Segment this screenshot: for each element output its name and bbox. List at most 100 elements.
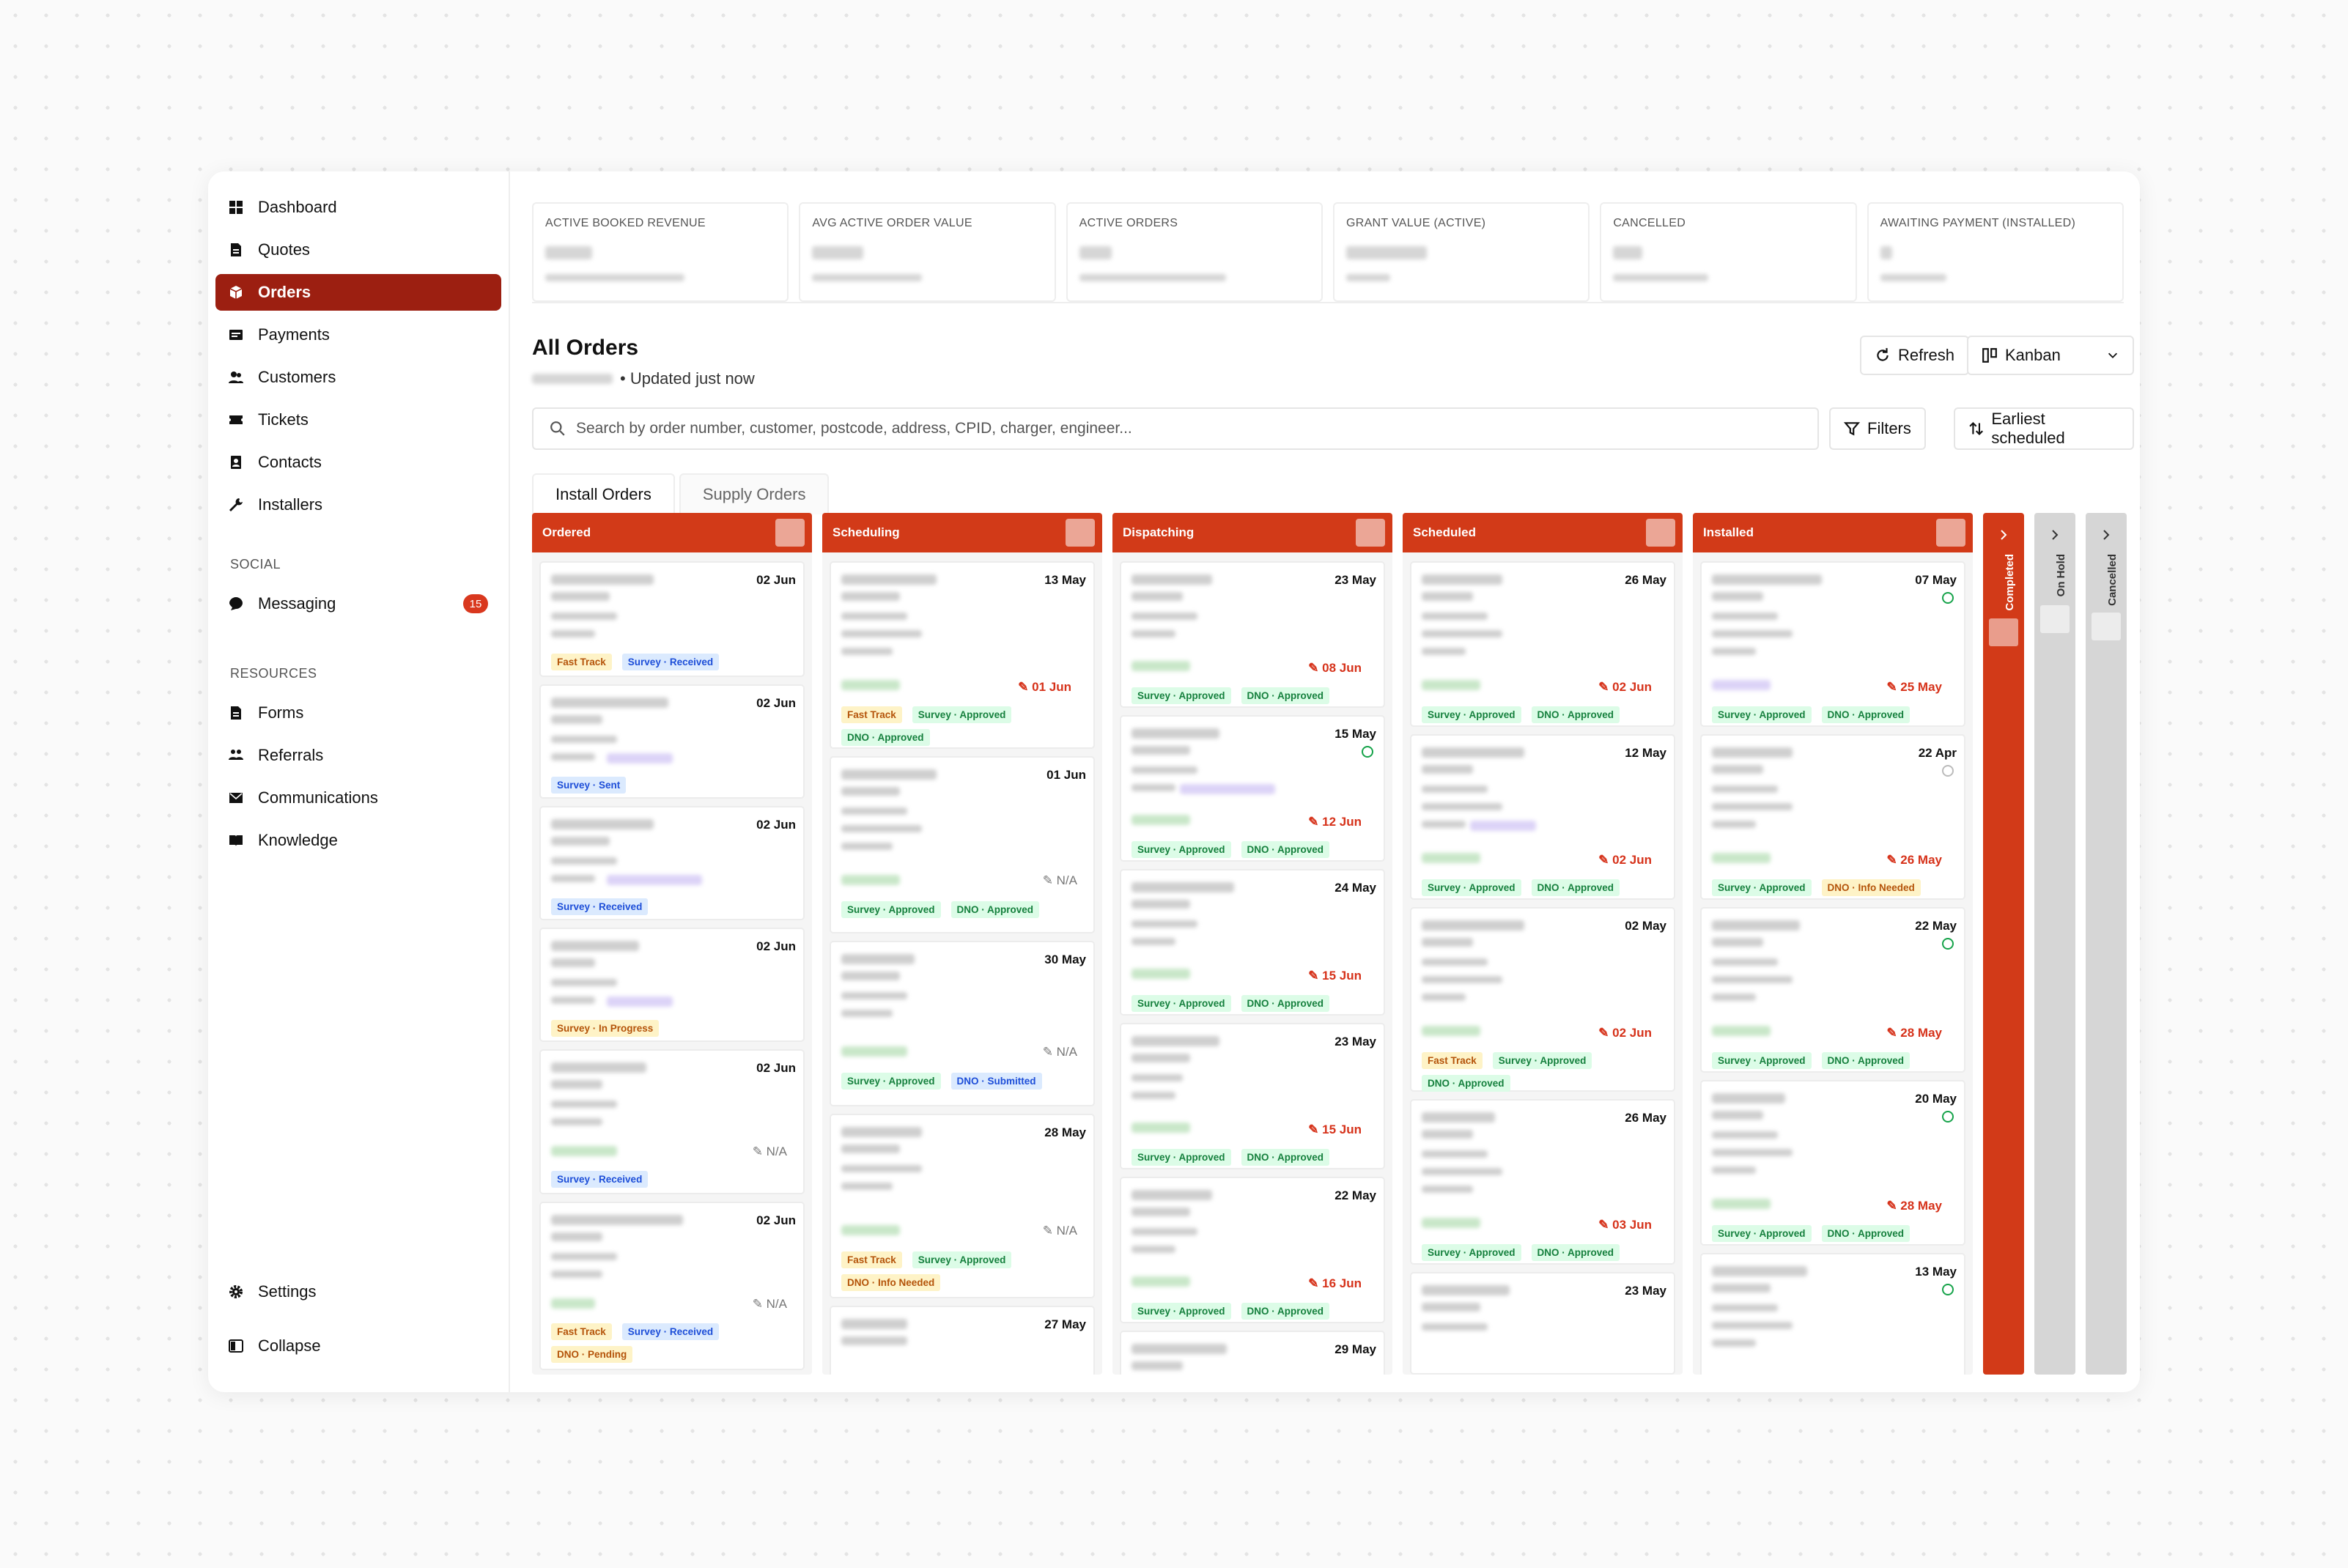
tag: Fast Track bbox=[551, 654, 612, 670]
social-heading: SOCIAL bbox=[230, 557, 281, 572]
sidebar-item-referrals[interactable]: Referrals bbox=[215, 737, 501, 774]
order-card[interactable]: 27 May bbox=[830, 1306, 1095, 1375]
sidebar-item-quotes[interactable]: Quotes bbox=[215, 232, 501, 268]
sidebar-item-knowledge[interactable]: Knowledge bbox=[215, 822, 501, 859]
refresh-button[interactable]: Refresh bbox=[1860, 336, 1970, 375]
order-card[interactable]: 12 May ✎ 02 Jun Survey · Approved DNO · A… bbox=[1410, 734, 1675, 900]
sidebar-item-dashboard[interactable]: Dashboard bbox=[215, 189, 501, 226]
order-card[interactable]: 02 May ✎ 02 Jun Fast Track Survey · Appro… bbox=[1410, 907, 1675, 1092]
tag: DNO · Approved bbox=[1821, 706, 1910, 723]
stat-label: AVG ACTIVE ORDER VALUE bbox=[812, 217, 972, 229]
tab-supply-orders[interactable]: Supply Orders bbox=[679, 473, 830, 514]
install-eta: ✎ 15 Jun bbox=[1308, 1123, 1362, 1136]
collapse-button[interactable]: Collapse bbox=[215, 1328, 501, 1364]
stat-card: ACTIVE ORDERS bbox=[1066, 202, 1323, 302]
contacts-icon bbox=[229, 455, 248, 470]
tag: DNO · Approved bbox=[1241, 995, 1330, 1012]
sidebar-item-label: Customers bbox=[258, 368, 336, 386]
sort-button[interactable]: Earliest scheduled bbox=[1954, 407, 2134, 450]
install-eta: ✎ 02 Jun bbox=[1598, 680, 1652, 694]
order-card[interactable]: 22 May ✎ 28 May Survey · Approved DNO · A… bbox=[1700, 907, 1965, 1073]
resources-heading: RESOURCES bbox=[230, 666, 317, 681]
tag: Fast Track bbox=[1422, 1052, 1483, 1069]
order-card[interactable]: 02 Jun ✎ N/A Survey · Received bbox=[539, 1049, 805, 1194]
order-date: 15 May bbox=[1334, 727, 1376, 741]
tag: DNO · Pending bbox=[551, 1346, 633, 1363]
order-card[interactable]: 22 May ✎ 16 Jun Survey · Approved DNO · A… bbox=[1120, 1177, 1385, 1323]
order-date: 26 May bbox=[1625, 1111, 1666, 1125]
sidebar-item-contacts[interactable]: Contacts bbox=[215, 444, 501, 481]
order-card[interactable]: 02 Jun Survey · In Progress bbox=[539, 928, 805, 1042]
order-card[interactable]: 13 May bbox=[1700, 1253, 1965, 1375]
chevron-right-icon bbox=[2052, 530, 2059, 540]
order-card[interactable]: 23 May ✎ 08 Jun Survey · Approved DNO · A… bbox=[1120, 561, 1385, 708]
tag: Survey · Approved bbox=[1712, 1052, 1812, 1069]
order-date: 26 May bbox=[1625, 573, 1666, 587]
sidebar-item-forms[interactable]: Forms bbox=[215, 695, 501, 731]
order-card[interactable]: 20 May ✎ 28 May Survey · Approved DNO · A… bbox=[1700, 1080, 1965, 1246]
sidebar-item-customers[interactable]: Customers bbox=[215, 359, 501, 396]
order-card[interactable]: 26 May ✎ 03 Jun Survey · Approved DNO · A… bbox=[1410, 1099, 1675, 1265]
order-date: 13 May bbox=[1915, 1265, 1957, 1279]
order-card[interactable]: 30 May ✎ N/A Survey · Approved DNO · Subm… bbox=[830, 941, 1095, 1106]
order-card[interactable]: 02 Jun Fast Track Survey · Received bbox=[539, 561, 805, 677]
sidebar-item-communications[interactable]: Communications bbox=[215, 780, 501, 816]
sidebar-item-messaging[interactable]: Messaging 15 bbox=[215, 585, 501, 622]
tag: Survey · Approved bbox=[1131, 841, 1231, 858]
column-completed[interactable]: Completed bbox=[1983, 513, 2024, 1375]
order-card[interactable]: 29 May bbox=[1120, 1331, 1385, 1375]
tag: Survey · Received bbox=[551, 1171, 649, 1188]
tab-install-orders[interactable]: Install Orders bbox=[532, 473, 675, 514]
order-card[interactable]: 02 Jun ✎ N/A Fast Track Survey · Received… bbox=[539, 1202, 805, 1370]
order-card[interactable]: 28 May ✎ N/A Fast Track Survey · Approved… bbox=[830, 1114, 1095, 1298]
order-card[interactable]: 22 Apr ✎ 26 May Survey · Approved DNO · I… bbox=[1700, 734, 1965, 900]
install-eta: ✎ 26 May bbox=[1886, 853, 1942, 867]
column-count bbox=[1356, 519, 1385, 547]
column-header[interactable]: Ordered bbox=[532, 513, 812, 552]
install-eta: ✎ 03 Jun bbox=[1598, 1218, 1652, 1232]
tag: Survey · Received bbox=[621, 1323, 720, 1340]
order-date: 01 Jun bbox=[1046, 768, 1086, 782]
sidebar-item-tickets[interactable]: Tickets bbox=[215, 402, 501, 438]
na-label: ✎ N/A bbox=[1042, 1045, 1077, 1059]
tag: Survey · Approved bbox=[1131, 995, 1231, 1012]
sidebar-item-label: Settings bbox=[258, 1282, 317, 1301]
order-card[interactable]: 07 May ✎ 25 May Survey · Approved DNO · A… bbox=[1700, 561, 1965, 727]
refresh-icon bbox=[1877, 348, 1889, 361]
document-icon bbox=[229, 243, 248, 257]
order-date: 02 Jun bbox=[756, 1061, 796, 1075]
column-header[interactable]: Installed bbox=[1693, 513, 1973, 552]
stat-label: CANCELLED bbox=[1613, 217, 1686, 229]
column-count bbox=[1936, 519, 1965, 547]
tag: Fast Track bbox=[551, 1323, 612, 1340]
sidebar-item-payments[interactable]: Payments bbox=[215, 317, 501, 353]
tag: Survey · Sent bbox=[551, 777, 627, 794]
column-on-hold[interactable]: On Hold bbox=[2034, 513, 2075, 1375]
order-card[interactable]: 02 Jun Survey · Received bbox=[539, 806, 805, 920]
order-card[interactable]: 26 May ✎ 02 Jun Survey · Approved DNO · A… bbox=[1410, 561, 1675, 727]
view-select[interactable]: Kanban bbox=[1967, 336, 2134, 375]
dashboard-icon bbox=[229, 200, 248, 215]
search-input[interactable]: Search by order number, customer, postco… bbox=[532, 407, 1819, 450]
sidebar-item-settings[interactable]: Settings bbox=[215, 1273, 501, 1310]
stat-label: AWAITING PAYMENT (INSTALLED) bbox=[1880, 217, 2076, 229]
order-card[interactable]: 23 May bbox=[1410, 1272, 1675, 1375]
sidebar-item-installers[interactable]: Installers bbox=[215, 487, 501, 523]
na-label: ✎ N/A bbox=[752, 1297, 787, 1311]
order-card[interactable]: 23 May ✎ 15 Jun Survey · Approved DNO · A… bbox=[1120, 1023, 1385, 1169]
order-card[interactable]: 13 May ✎ 01 Jun Fast Track Survey · Appro… bbox=[830, 561, 1095, 749]
order-card[interactable]: 02 Jun Survey · Sent bbox=[539, 684, 805, 799]
order-card[interactable]: 24 May ✎ 15 Jun Survey · Approved DNO · A… bbox=[1120, 869, 1385, 1016]
app-window: Dashboard Quotes Orders Payments Custome… bbox=[208, 171, 2140, 1392]
order-card[interactable]: 01 Jun ✎ N/A Survey · Approved DNO · Appr… bbox=[830, 756, 1095, 933]
order-card[interactable]: 15 May ✎ 12 Jun Survey · Approved DNO · A… bbox=[1120, 715, 1385, 862]
column-header[interactable]: Scheduling bbox=[822, 513, 1102, 552]
tag: DNO · Submitted bbox=[950, 1073, 1042, 1090]
column-header[interactable]: Dispatching bbox=[1112, 513, 1392, 552]
filters-button[interactable]: Filters bbox=[1829, 407, 1926, 450]
sidebar-item-orders[interactable]: Orders bbox=[215, 274, 501, 311]
column-header[interactable]: Scheduled bbox=[1403, 513, 1683, 552]
sidebar-item-label: Orders bbox=[258, 283, 311, 301]
column-cancelled[interactable]: Cancelled bbox=[2086, 513, 2127, 1375]
na-label: ✎ N/A bbox=[752, 1144, 787, 1158]
